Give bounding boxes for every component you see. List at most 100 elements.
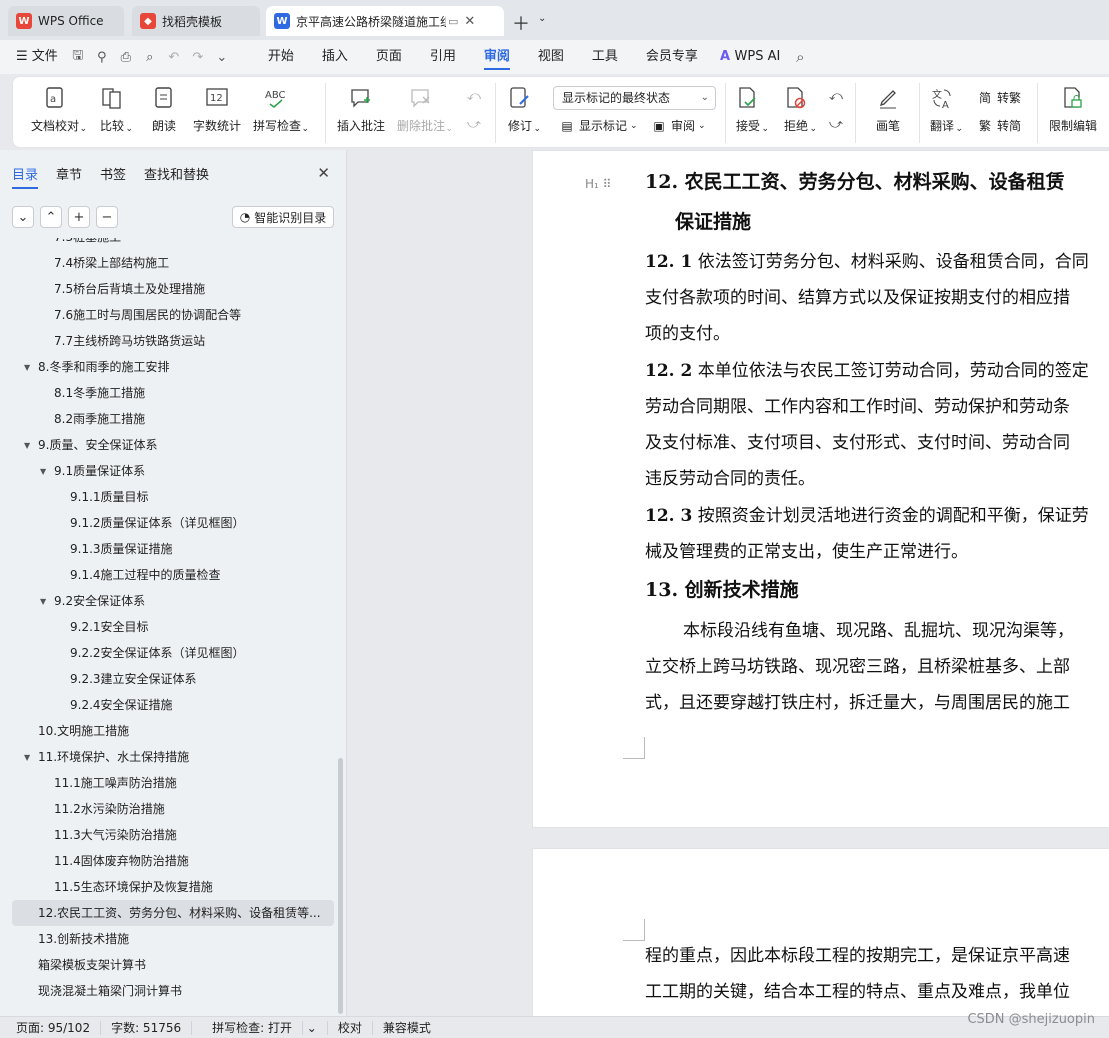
toc-item[interactable]: 7.3桩基施工 bbox=[54, 238, 334, 250]
previous-comment-icon[interactable]: ⤺ bbox=[467, 89, 481, 104]
toc-item[interactable]: 10.文明施工措施 bbox=[38, 718, 334, 744]
review-pane-button[interactable]: ▣ 审阅 ⌄ bbox=[651, 117, 705, 134]
collapse-up-button[interactable]: ⌃ bbox=[40, 206, 62, 228]
toc-item[interactable]: 箱梁模板支架计算书 bbox=[38, 952, 334, 978]
toc-item[interactable]: 11.3大气污染防治措施 bbox=[54, 822, 334, 848]
toc-item[interactable]: 9.1.2质量保证体系（详见框图） bbox=[70, 510, 334, 536]
toc-item[interactable]: 9.1.3质量保证措施 bbox=[70, 536, 334, 562]
menu-review[interactable]: 审阅 bbox=[470, 40, 524, 74]
menu-view[interactable]: 视图 bbox=[524, 40, 578, 74]
spell-check-button[interactable]: ABC 拼写检查 ⌄ bbox=[253, 85, 309, 134]
show-markup-button[interactable]: ▤ 显示标记 ⌄ bbox=[559, 117, 637, 134]
new-tab-icon[interactable]: ＋ bbox=[512, 10, 530, 36]
toc-item[interactable]: 9.2.4安全保证措施 bbox=[70, 692, 334, 718]
proofread-button[interactable]: a 文档校对 ⌄ bbox=[31, 85, 87, 134]
para-text: 立交桥上跨马坊铁路、现况密三路，且桥梁桩基多、上部 bbox=[645, 657, 1070, 677]
toc-item[interactable]: 7.5桥台后背填土及处理措施 bbox=[54, 276, 334, 302]
insert-comment-button[interactable]: 插入批注 bbox=[337, 85, 385, 134]
toc-item[interactable]: 7.4桥梁上部结构施工 bbox=[54, 250, 334, 276]
save-icon[interactable]: 🖫 bbox=[68, 47, 88, 67]
nav-tab-sections[interactable]: 章节 bbox=[56, 164, 82, 189]
toc-item[interactable]: 9.1质量保证体系 bbox=[54, 458, 334, 484]
to-traditional-button[interactable]: 简转繁 bbox=[977, 89, 1021, 106]
heading-level-icon[interactable]: H₁ ⠿ bbox=[585, 177, 611, 191]
expand-caret-icon[interactable]: ▼ bbox=[40, 467, 46, 476]
compare-button[interactable]: 比较 ⌄ bbox=[99, 85, 133, 134]
expand-caret-icon[interactable]: ▼ bbox=[24, 753, 30, 762]
file-menu[interactable]: ☰ 文件 bbox=[0, 40, 66, 74]
toc-item[interactable]: 9.2.2安全保证体系（详见框图） bbox=[70, 640, 334, 666]
tab-wps-office[interactable]: W WPS Office bbox=[8, 6, 124, 36]
toc-item[interactable]: 11.1施工噪声防治措施 bbox=[54, 770, 334, 796]
menu-home[interactable]: 开始 bbox=[254, 40, 308, 74]
toc-item[interactable]: 9.2.3建立安全保证体系 bbox=[70, 666, 334, 692]
toc-item[interactable]: 11.环境保护、水土保持措施 bbox=[38, 744, 334, 770]
toc-item[interactable]: 9.1.1质量目标 bbox=[70, 484, 334, 510]
restrict-editing-button[interactable]: 限制编辑 bbox=[1049, 85, 1097, 134]
to-simplified-button[interactable]: 繁转简 bbox=[977, 117, 1021, 134]
word-count-indicator[interactable]: 字数: 51756 bbox=[101, 1020, 193, 1035]
toc-item[interactable]: 9.2.1安全目标 bbox=[70, 614, 334, 640]
expand-caret-icon[interactable]: ▼ bbox=[40, 597, 46, 606]
accept-button[interactable]: 接受 ⌄ bbox=[735, 85, 769, 134]
expand-caret-icon[interactable]: ▼ bbox=[24, 363, 30, 372]
close-pane-icon[interactable]: ✕ bbox=[317, 164, 330, 182]
tab-document[interactable]: W 京平高速公路桥梁隧道施工组织 ▭ ✕ bbox=[266, 6, 504, 36]
toc-item[interactable]: 9.2安全保证体系 bbox=[54, 588, 334, 614]
track-changes-button[interactable]: 修订 ⌄ bbox=[507, 85, 541, 134]
previous-change-icon[interactable]: ⤺ bbox=[829, 89, 843, 104]
toc-item[interactable]: 11.2水污染防治措施 bbox=[54, 796, 334, 822]
menu-tools[interactable]: 工具 bbox=[578, 40, 632, 74]
word-count-button[interactable]: 12 字数统计 bbox=[193, 85, 241, 134]
toc-item[interactable]: 9.1.4施工过程中的质量检查 bbox=[70, 562, 334, 588]
toc-item[interactable]: 8.1冬季施工措施 bbox=[54, 380, 334, 406]
toc-item[interactable]: 13.创新技术措施 bbox=[38, 926, 334, 952]
toc-item[interactable]: 9.质量、安全保证体系 bbox=[38, 432, 334, 458]
print-preview-icon[interactable]: ⌕ bbox=[140, 47, 160, 67]
collapse-down-button[interactable]: ⌄ bbox=[12, 206, 34, 228]
nav-tab-find-replace[interactable]: 查找和替换 bbox=[144, 164, 209, 189]
next-change-icon[interactable]: ⤻ bbox=[829, 117, 843, 132]
translate-button[interactable]: 文A 翻译 ⌄ bbox=[929, 85, 963, 134]
expand-caret-icon[interactable]: ▼ bbox=[24, 441, 30, 450]
toc-scrollbar[interactable] bbox=[338, 758, 343, 1014]
menu-insert[interactable]: 插入 bbox=[308, 40, 362, 74]
nav-tab-toc[interactable]: 目录 bbox=[12, 164, 39, 189]
proof-indicator[interactable]: 校对 bbox=[328, 1020, 373, 1035]
redo-icon[interactable]: ↷ bbox=[188, 47, 208, 67]
close-tab-icon[interactable]: ✕ bbox=[464, 14, 475, 29]
menu-references[interactable]: 引用 bbox=[416, 40, 470, 74]
link-icon[interactable]: ⚲ bbox=[92, 47, 112, 67]
print-icon[interactable]: ⎙ bbox=[116, 47, 136, 67]
undo-icon[interactable]: ↶ bbox=[164, 47, 184, 67]
toc-item[interactable]: 8.2雨季施工措施 bbox=[54, 406, 334, 432]
pen-button[interactable]: 画笔 bbox=[875, 85, 901, 134]
tab-docer-templates[interactable]: ◆ 找稻壳模板 bbox=[132, 6, 260, 36]
menu-wps-ai[interactable]: A WPS AI bbox=[712, 40, 788, 74]
menu-page[interactable]: 页面 bbox=[362, 40, 416, 74]
chevron-down-icon[interactable]: ⌄ bbox=[538, 13, 546, 24]
remove-heading-button[interactable]: − bbox=[96, 206, 118, 228]
toc-item[interactable]: 12.农民工工资、劳务分包、材料采购、设备租赁等... bbox=[12, 900, 334, 926]
quick-access-chevron-icon[interactable]: ⌄ bbox=[212, 47, 232, 67]
spell-check-indicator[interactable]: 拼写检查: 打开 ⌄ bbox=[192, 1020, 328, 1035]
para-text: 支付各款项的时间、结算方式以及保证按期支付的相应措 bbox=[645, 288, 1070, 308]
smart-toc-button[interactable]: ◔ 智能识别目录 bbox=[232, 206, 334, 228]
toc-item[interactable]: 11.5生态环境保护及恢复措施 bbox=[54, 874, 334, 900]
markup-state-select[interactable]: 显示标记的最终状态 ⌄ bbox=[553, 86, 716, 110]
toc-item[interactable]: 现浇混凝土箱梁门洞计算书 bbox=[38, 978, 334, 1004]
read-aloud-button[interactable]: 朗读 bbox=[151, 85, 177, 134]
next-comment-icon[interactable]: ⤻ bbox=[467, 117, 481, 132]
toc-item[interactable]: 7.7主线桥跨马坊铁路货运站 bbox=[54, 328, 334, 354]
toc-item[interactable]: 7.6施工时与周围居民的协调配合等 bbox=[54, 302, 334, 328]
delete-comment-button[interactable]: 删除批注 ⌄ bbox=[397, 85, 453, 134]
add-heading-button[interactable]: + bbox=[68, 206, 90, 228]
reject-button[interactable]: 拒绝 ⌄ bbox=[783, 85, 817, 134]
toc-item[interactable]: 11.4固体废弃物防治措施 bbox=[54, 848, 334, 874]
monitor-icon[interactable]: ▭ bbox=[448, 15, 458, 28]
search-icon[interactable]: ⌕ bbox=[790, 47, 810, 67]
nav-tab-bookmarks[interactable]: 书签 bbox=[100, 164, 126, 189]
toc-item[interactable]: 8.冬季和雨季的施工安排 bbox=[38, 354, 334, 380]
menu-member[interactable]: 会员专享 bbox=[632, 40, 712, 74]
page-indicator[interactable]: 页面: 95/102 bbox=[0, 1020, 102, 1035]
